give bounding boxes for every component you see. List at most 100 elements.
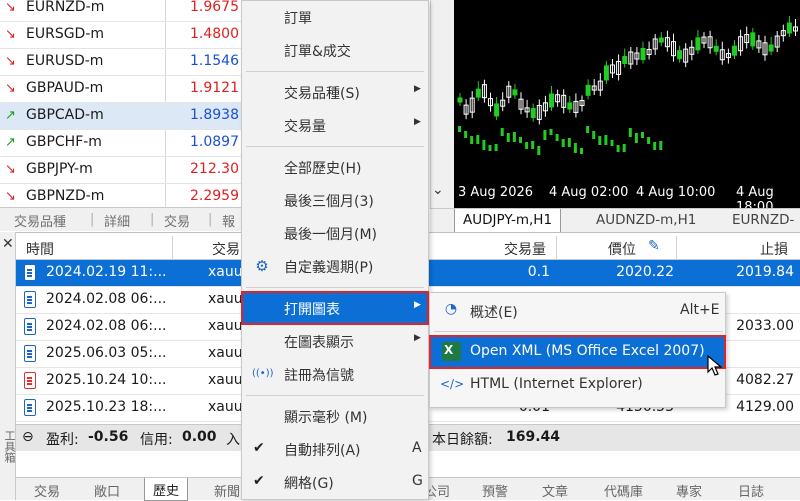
market-watch-tabs: 交易品種 | 詳細 | 交易 | 報 xyxy=(0,207,252,231)
candle-body xyxy=(750,32,756,47)
close-icon[interactable]: ✕ xyxy=(2,236,14,252)
cell-symbol: xauu xyxy=(208,291,243,307)
col-price[interactable]: 價位 xyxy=(608,239,636,259)
menu-item-p[interactable]: ⚙ 自定義週期(P) xyxy=(242,250,428,282)
chevron-down-icon[interactable]: ⌄ xyxy=(432,182,444,198)
menu-item-label: 全部歷史(H) xyxy=(284,161,362,177)
col-stop-loss[interactable]: 止損 xyxy=(760,239,788,259)
x-axis-label: 4 Aug 18:00 xyxy=(736,185,774,208)
market-watch-row[interactable]: ↘ GBPJPY-m 212.30 xyxy=(0,157,252,184)
submenu-item-excel-icon[interactable]: Open XML (MS Office Excel 2007) xyxy=(429,335,726,369)
menu-item-g[interactable]: ✔ 網格(G) G xyxy=(242,466,428,498)
shortcut-key: G xyxy=(412,473,423,489)
cell-symbol: xauu xyxy=(208,399,243,415)
menu-item-m[interactable]: 最後一個月(M) xyxy=(242,217,428,249)
profit-value: -0.56 xyxy=(88,429,129,445)
volume-bar xyxy=(628,128,632,137)
arrow-down-right-icon: ↘ xyxy=(5,27,16,42)
x-axis-label: 4 Aug 02:00 xyxy=(549,185,629,200)
menu-separator xyxy=(434,331,723,332)
tab-history[interactable]: 歷史 xyxy=(144,478,189,501)
tab-journal[interactable]: 日誌 xyxy=(738,481,764,500)
tab-experts[interactable]: 專家 xyxy=(676,481,702,500)
tab-news[interactable]: 新聞 xyxy=(214,481,240,500)
col-symbol[interactable]: 交易 xyxy=(212,239,240,259)
symbol-name: GBPCAD-m xyxy=(26,107,104,123)
market-watch-panel: ↘ EURNZD-m 1.9675 ↘ EURSGD-m 1.4800 ↘ EURUSD-m 1… xyxy=(0,0,252,211)
menu-item-s[interactable]: 交易品種(S) ▶ xyxy=(242,76,428,108)
volume-bar xyxy=(512,132,516,142)
market-watch-row[interactable]: ↗ GBPCHF-m 1.0897 xyxy=(0,130,252,157)
submenu-item-code-icon[interactable]: </> HTML (Internet Explorer) xyxy=(430,369,725,401)
volume-bar xyxy=(592,131,596,139)
tab-ticks[interactable]: 報 xyxy=(222,211,235,230)
candle-body xyxy=(549,93,554,108)
menu-item-item-12[interactable]: 在圖表顯示 ▶ xyxy=(242,325,428,357)
tab-exposure[interactable]: 敞口 xyxy=(94,481,120,500)
candlestick-series xyxy=(457,16,798,155)
candle-body xyxy=(677,50,683,60)
menu-item-3[interactable]: 最後三個月(3) xyxy=(242,184,428,216)
arrow-down-right-icon: ↘ xyxy=(5,162,16,177)
chevron-right-icon: ▶ xyxy=(414,117,421,127)
menu-item-item-0[interactable]: 訂單 xyxy=(242,1,428,33)
cell-time: 2025.10.24 10:... xyxy=(46,372,167,388)
candle-body xyxy=(475,88,481,98)
document-icon xyxy=(24,291,36,308)
col-volume[interactable]: 交易量 xyxy=(504,239,546,259)
volume-bar xyxy=(555,134,559,141)
tab-alerts[interactable]: 預警 xyxy=(482,481,508,500)
volume-bar xyxy=(531,141,535,149)
tab-chart-audjpy[interactable]: AUDJPY-m,H1 xyxy=(454,209,562,233)
excel-icon xyxy=(442,342,461,361)
bid-price: 1.9121 xyxy=(190,80,239,96)
tab-symbols[interactable]: 交易品種 xyxy=(14,211,66,230)
toolbox-label: 工具箱 xyxy=(3,430,16,463)
chart-tabs: AUDJPY-m,H1 AUDNZD-m,H1 EURNZD-r xyxy=(430,208,800,244)
arrow-down-right-icon: ↘ xyxy=(5,54,16,69)
market-watch-row[interactable]: ↘ EURUSD-m 1.1546 xyxy=(0,49,252,76)
menu-item-h[interactable]: 全部歷史(H) xyxy=(242,151,428,183)
candle-body xyxy=(658,37,664,43)
cell-price: 2020.22 xyxy=(616,264,674,280)
tab-trading[interactable]: 交易 xyxy=(164,211,190,230)
arrow-down-right-icon: ↘ xyxy=(5,189,16,204)
tab-chart-eurnzd[interactable]: EURNZD-r xyxy=(724,209,800,244)
cell-symbol: xauu xyxy=(208,318,243,334)
checkmark-icon: ✔ xyxy=(253,473,265,489)
menu-item-a[interactable]: ✔ 自動排列(A) A xyxy=(242,433,428,465)
edit-icon[interactable]: ✎ xyxy=(648,238,660,254)
cell-symbol: xauu xyxy=(208,372,243,388)
credit-value: 0.00 xyxy=(182,429,217,445)
collapse-icon[interactable]: ⊖ xyxy=(22,429,34,445)
volume-bar xyxy=(610,140,614,146)
tab-divider: | xyxy=(90,212,95,227)
market-watch-row[interactable]: ↘ GBPAUD-m 1.9121 xyxy=(0,76,252,103)
volume-bar xyxy=(470,136,474,144)
col-time[interactable]: 時間 xyxy=(26,239,54,259)
menu-item-item-4[interactable]: 交易量 ▶ xyxy=(242,109,428,141)
market-watch-row[interactable]: ↗ GBPCAD-m 1.8938 xyxy=(0,103,252,130)
document-icon xyxy=(24,345,36,362)
candle-body xyxy=(768,44,774,52)
candle-body xyxy=(622,56,628,64)
menu-item-label: 在圖表顯示 xyxy=(284,335,354,351)
price-chart[interactable]: 3 Aug 2026 4 Aug 02:00 4 Aug 10:00 4 Aug… xyxy=(454,0,800,208)
menu-item-m[interactable]: 顯示毫秒 (M) xyxy=(242,400,428,432)
menu-item-label: 註冊為信號 xyxy=(284,368,354,384)
tab-details[interactable]: 詳細 xyxy=(104,211,130,230)
menu-item-item-1[interactable]: 訂單&成交 xyxy=(242,34,428,66)
submenu-item-label: Open XML (MS Office Excel 2007) xyxy=(470,343,705,359)
menu-item-item-11[interactable]: 打開圖表 ▶ xyxy=(241,291,429,325)
tab-code-base[interactable]: 代碼庫 xyxy=(604,481,643,500)
submenu-item-report-icon[interactable]: ◔ 概述(E) Alt+E xyxy=(430,295,725,327)
tab-chart-audnzd[interactable]: AUDNZD-m,H1 xyxy=(588,209,704,233)
broadcast-icon: ((•)) xyxy=(252,368,274,379)
candle-body xyxy=(457,97,463,103)
tab-trade[interactable]: 交易 xyxy=(34,481,60,500)
market-watch-row[interactable]: ↘ EURSGD-m 1.4800 xyxy=(0,22,252,49)
balance-value: 169.44 xyxy=(506,429,561,445)
market-watch-row[interactable]: ↘ EURNZD-m 1.9675 xyxy=(0,0,252,22)
menu-item-item-13[interactable]: ((•)) 註冊為信號 xyxy=(242,358,428,390)
tab-articles[interactable]: 文章 xyxy=(542,481,568,500)
